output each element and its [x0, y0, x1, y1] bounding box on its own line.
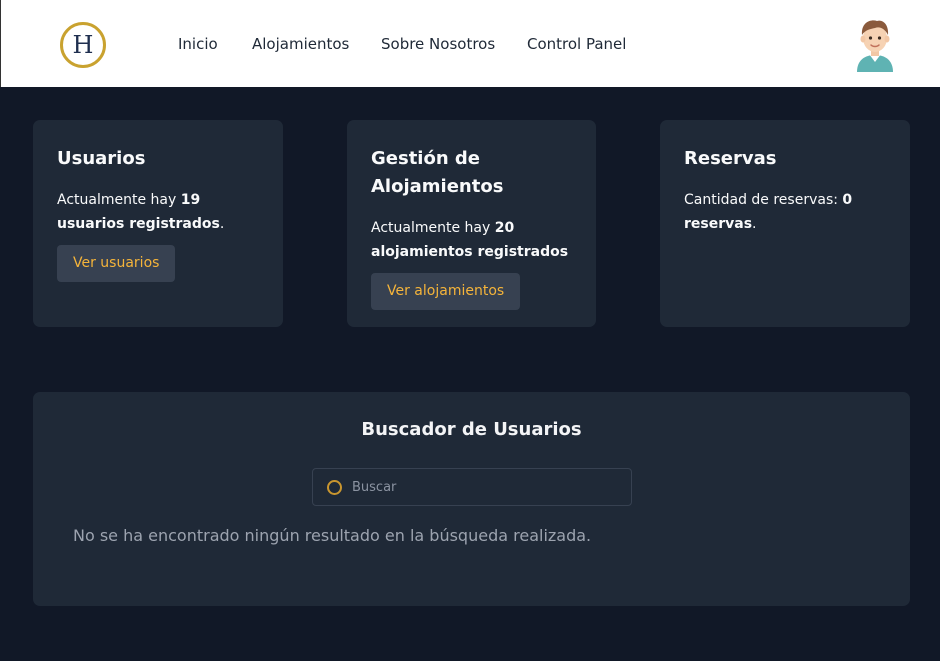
- nav-link-alojamientos[interactable]: Alojamientos: [252, 35, 349, 53]
- users-card: Usuarios Actualmente hay 19 usuarios reg…: [33, 120, 283, 327]
- lodgings-card-title: Gestión de Alojamientos: [371, 148, 504, 197]
- logo-letter: H: [72, 31, 94, 59]
- lodgings-card-text: Actualmente hay 20 alojamientos registra…: [371, 220, 569, 260]
- search-box[interactable]: [312, 468, 632, 506]
- view-users-button[interactable]: Ver usuarios: [57, 245, 176, 282]
- bookings-card-title: Reservas: [684, 148, 777, 169]
- view-lodgings-button[interactable]: Ver alojamientos: [371, 273, 521, 310]
- user-avatar-icon[interactable]: [853, 16, 897, 72]
- users-card-title: Usuarios: [57, 148, 146, 169]
- bookings-card-text: Cantidad de reservas: 0 reservas.: [684, 192, 853, 232]
- nav-link-sobre-nosotros[interactable]: Sobre Nosotros: [381, 35, 495, 53]
- bookings-card: Reservas Cantidad de reservas: 0 reserva…: [660, 120, 910, 327]
- nav-link-control-panel[interactable]: Control Panel: [527, 35, 626, 53]
- nav-link-inicio[interactable]: Inicio: [178, 35, 218, 53]
- search-icon: [327, 480, 342, 495]
- lodgings-card: Gestión de Alojamientos Actualmente hay …: [347, 120, 596, 327]
- users-card-text: Actualmente hay 19 usuarios registrados.: [57, 192, 225, 232]
- user-search-panel: Buscador de Usuarios No se ha encontrado…: [33, 392, 910, 606]
- users-count: 19: [180, 192, 201, 208]
- search-input[interactable]: [352, 469, 622, 505]
- top-navbar: H Inicio Alojamientos Sobre Nosotros Con…: [0, 0, 940, 87]
- bookings-count: 0: [842, 192, 853, 208]
- lodgings-count: 20: [494, 220, 515, 236]
- no-results-message: No se ha encontrado ningún resultado en …: [73, 526, 592, 545]
- hotel-logo[interactable]: H: [60, 22, 106, 68]
- search-title: Buscador de Usuarios: [361, 419, 582, 440]
